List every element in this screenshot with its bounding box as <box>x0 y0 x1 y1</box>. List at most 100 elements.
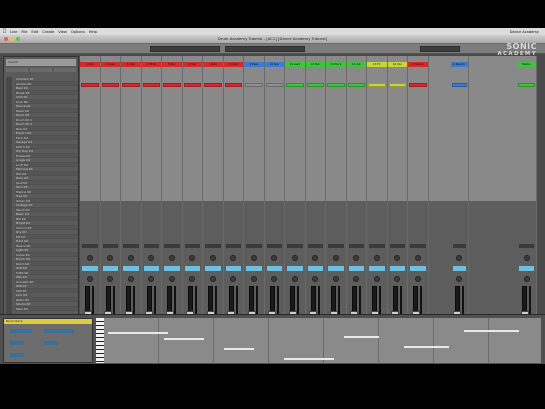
send-knob[interactable] <box>353 255 360 261</box>
clip[interactable] <box>327 83 345 87</box>
clip[interactable] <box>265 83 283 87</box>
send-knob[interactable] <box>189 255 196 261</box>
track-title[interactable]: 8 Crash <box>223 62 243 67</box>
volume-display[interactable] <box>205 266 221 271</box>
volume-display[interactable] <box>519 266 534 271</box>
send-knob[interactable] <box>312 255 319 261</box>
track-title[interactable]: 1 Kick <box>80 62 100 67</box>
input-routing[interactable] <box>164 244 180 248</box>
send-knob[interactable] <box>523 255 530 261</box>
input-routing[interactable] <box>328 244 344 248</box>
send-knob[interactable] <box>271 255 278 261</box>
clip[interactable] <box>204 83 222 87</box>
track-title[interactable]: 16 Vox <box>387 62 407 67</box>
send-knob[interactable] <box>250 255 257 261</box>
track-title[interactable]: 6 Tom <box>182 62 202 67</box>
pan-knob[interactable] <box>107 276 114 282</box>
send-knob[interactable] <box>373 255 380 261</box>
send-knob[interactable] <box>456 255 462 261</box>
clip[interactable] <box>122 83 140 87</box>
input-routing[interactable] <box>266 244 282 248</box>
menu-item-file[interactable]: File <box>21 30 27 34</box>
clip[interactable] <box>518 83 535 87</box>
pan-knob[interactable] <box>209 276 216 282</box>
clip[interactable] <box>245 83 263 87</box>
volume-display[interactable] <box>348 266 364 271</box>
pan-knob[interactable] <box>353 276 360 282</box>
clip[interactable] <box>368 83 386 87</box>
clip[interactable] <box>101 83 119 87</box>
device-button[interactable] <box>44 329 74 333</box>
track-title[interactable]: 10 Sub <box>264 62 284 67</box>
clip[interactable] <box>306 83 324 87</box>
midi-note[interactable] <box>164 338 204 340</box>
volume-display[interactable] <box>184 266 200 271</box>
clip[interactable] <box>81 83 99 87</box>
input-routing[interactable] <box>287 244 303 248</box>
pan-knob[interactable] <box>414 276 421 282</box>
pan-knob[interactable] <box>148 276 155 282</box>
volume-display[interactable] <box>82 266 98 271</box>
menu-item-view[interactable]: View <box>58 30 67 34</box>
piano-keys[interactable] <box>96 318 104 363</box>
midi-note[interactable] <box>344 336 379 338</box>
track-title[interactable]: 11 Lead <box>285 62 305 67</box>
midi-note[interactable] <box>224 348 254 350</box>
send-knob[interactable] <box>394 255 401 261</box>
midi-note[interactable] <box>108 332 168 334</box>
menu-item-create[interactable]: Create <box>42 30 54 34</box>
input-routing[interactable] <box>246 244 262 248</box>
input-routing[interactable] <box>205 244 221 248</box>
track-title[interactable]: 9 Bass <box>244 62 264 67</box>
menu-item-help[interactable]: Help <box>89 30 97 34</box>
volume-display[interactable] <box>123 266 139 271</box>
send-knob[interactable] <box>127 255 134 261</box>
transport-section[interactable] <box>150 46 220 52</box>
send-knob[interactable] <box>230 255 237 261</box>
clip[interactable] <box>224 83 242 87</box>
browser-tab[interactable] <box>6 68 28 72</box>
volume-display[interactable] <box>389 266 405 271</box>
volume-display[interactable] <box>307 266 323 271</box>
input-routing[interactable] <box>184 244 200 248</box>
track-title[interactable]: 2 Snare <box>100 62 120 67</box>
volume-display[interactable] <box>266 266 282 271</box>
clip[interactable] <box>409 83 427 87</box>
send-knob[interactable] <box>86 255 93 261</box>
input-routing[interactable] <box>123 244 139 248</box>
send-knob[interactable] <box>209 255 216 261</box>
device-button[interactable] <box>10 353 24 357</box>
send-knob[interactable] <box>332 255 339 261</box>
clip[interactable] <box>286 83 304 87</box>
pan-knob[interactable] <box>456 276 462 282</box>
volume-display[interactable] <box>102 266 118 271</box>
track-title[interactable]: 3 Clap <box>121 62 141 67</box>
volume-display[interactable] <box>328 266 344 271</box>
device-button[interactable] <box>10 341 24 345</box>
track-title[interactable]: 15 FX <box>367 62 387 67</box>
menu-item-live[interactable]: Live <box>10 30 17 34</box>
volume-display[interactable] <box>287 266 303 271</box>
track-title[interactable]: 17 Return <box>408 62 428 67</box>
input-routing[interactable] <box>143 244 159 248</box>
track-title[interactable]: 13 Pluck <box>326 62 346 67</box>
volume-display[interactable] <box>246 266 262 271</box>
midi-note[interactable] <box>464 330 519 332</box>
pan-knob[interactable] <box>291 276 298 282</box>
pan-knob[interactable] <box>168 276 175 282</box>
clip[interactable] <box>142 83 160 87</box>
volume-display[interactable] <box>143 266 159 271</box>
pan-knob[interactable] <box>394 276 401 282</box>
input-routing[interactable] <box>102 244 118 248</box>
piano-roll[interactable] <box>104 318 541 363</box>
pan-knob[interactable] <box>332 276 339 282</box>
input-routing[interactable] <box>225 244 241 248</box>
browser-tab[interactable] <box>54 68 76 72</box>
track-title[interactable]: 12 Pad <box>305 62 325 67</box>
pan-knob[interactable] <box>373 276 380 282</box>
input-routing[interactable] <box>410 244 426 248</box>
input-routing[interactable] <box>348 244 364 248</box>
midi-note[interactable] <box>284 358 334 360</box>
input-routing[interactable] <box>389 244 405 248</box>
input-routing[interactable] <box>519 244 534 248</box>
